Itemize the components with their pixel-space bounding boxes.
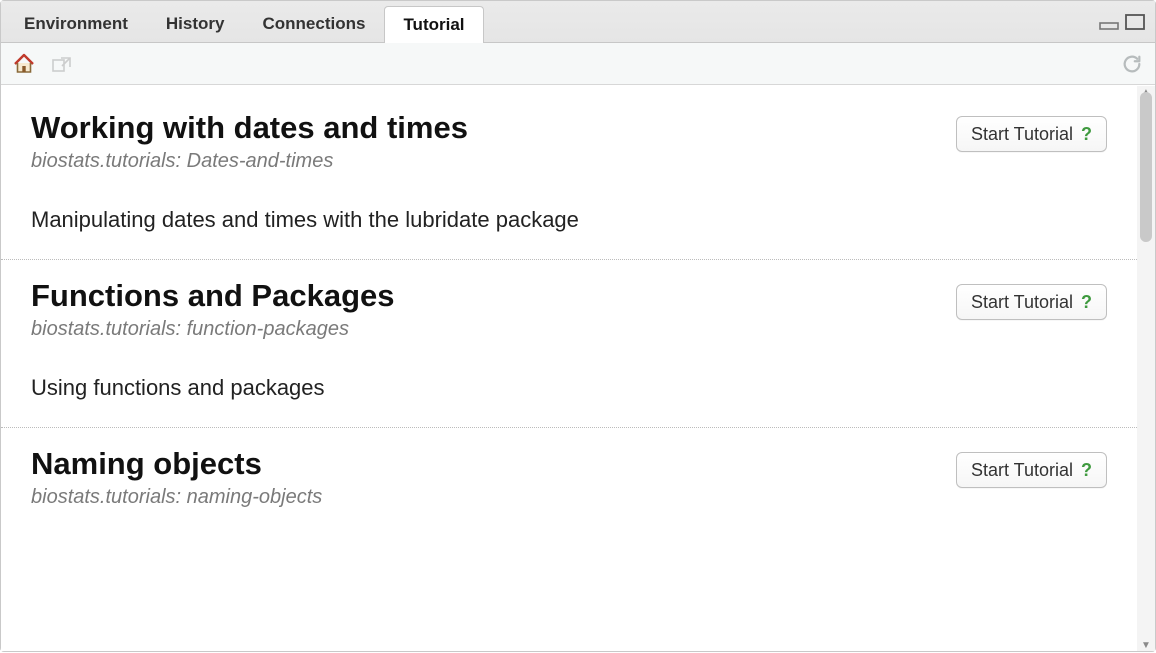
tab-connections[interactable]: Connections (243, 5, 384, 42)
minimize-icon[interactable] (1099, 14, 1119, 30)
window-controls (1099, 1, 1145, 42)
tab-tutorial[interactable]: Tutorial (384, 6, 483, 43)
tutorial-pane: Environment History Connections Tutorial (0, 0, 1156, 652)
tutorial-description: Manipulating dates and times with the lu… (31, 207, 1107, 233)
tutorial-content-area: Working with dates and times biostats.tu… (1, 85, 1155, 651)
scrollbar[interactable]: ▲ ▼ (1137, 86, 1155, 651)
start-tutorial-button[interactable]: Start Tutorial ? (956, 452, 1107, 488)
help-icon: ? (1081, 460, 1092, 481)
tab-label: History (166, 14, 225, 34)
tutorial-title: Functions and Packages (31, 278, 956, 314)
tutorial-item: Working with dates and times biostats.tu… (1, 92, 1137, 260)
home-icon[interactable] (11, 51, 37, 77)
tutorial-subtitle: biostats.tutorials: function-packages (31, 318, 956, 341)
tutorial-subtitle: biostats.tutorials: naming-objects (31, 486, 956, 509)
start-tutorial-label: Start Tutorial (971, 460, 1073, 481)
start-tutorial-button[interactable]: Start Tutorial ? (956, 116, 1107, 152)
scrollbar-thumb[interactable] (1140, 92, 1152, 242)
tab-label: Environment (24, 14, 128, 34)
maximize-icon[interactable] (1125, 14, 1145, 30)
scroll-down-icon[interactable]: ▼ (1137, 637, 1155, 653)
tutorial-list: Working with dates and times biostats.tu… (1, 86, 1137, 651)
tutorial-title: Naming objects (31, 446, 956, 482)
tutorial-item: Naming objects biostats.tutorials: namin… (1, 428, 1137, 569)
refresh-icon[interactable] (1119, 51, 1145, 77)
tutorial-title: Working with dates and times (31, 110, 956, 146)
popout-icon (49, 51, 75, 77)
tab-label: Connections (262, 14, 365, 34)
tutorial-subtitle: biostats.tutorials: Dates-and-times (31, 150, 956, 173)
start-tutorial-label: Start Tutorial (971, 292, 1073, 313)
start-tutorial-button[interactable]: Start Tutorial ? (956, 284, 1107, 320)
tutorial-description: Using functions and packages (31, 375, 1107, 401)
tab-strip: Environment History Connections Tutorial (1, 1, 1155, 43)
help-icon: ? (1081, 124, 1092, 145)
tab-label: Tutorial (403, 15, 464, 35)
tutorial-toolbar (1, 43, 1155, 85)
start-tutorial-label: Start Tutorial (971, 124, 1073, 145)
tutorial-item: Functions and Packages biostats.tutorial… (1, 260, 1137, 428)
tab-environment[interactable]: Environment (5, 5, 147, 42)
tab-history[interactable]: History (147, 5, 244, 42)
help-icon: ? (1081, 292, 1092, 313)
